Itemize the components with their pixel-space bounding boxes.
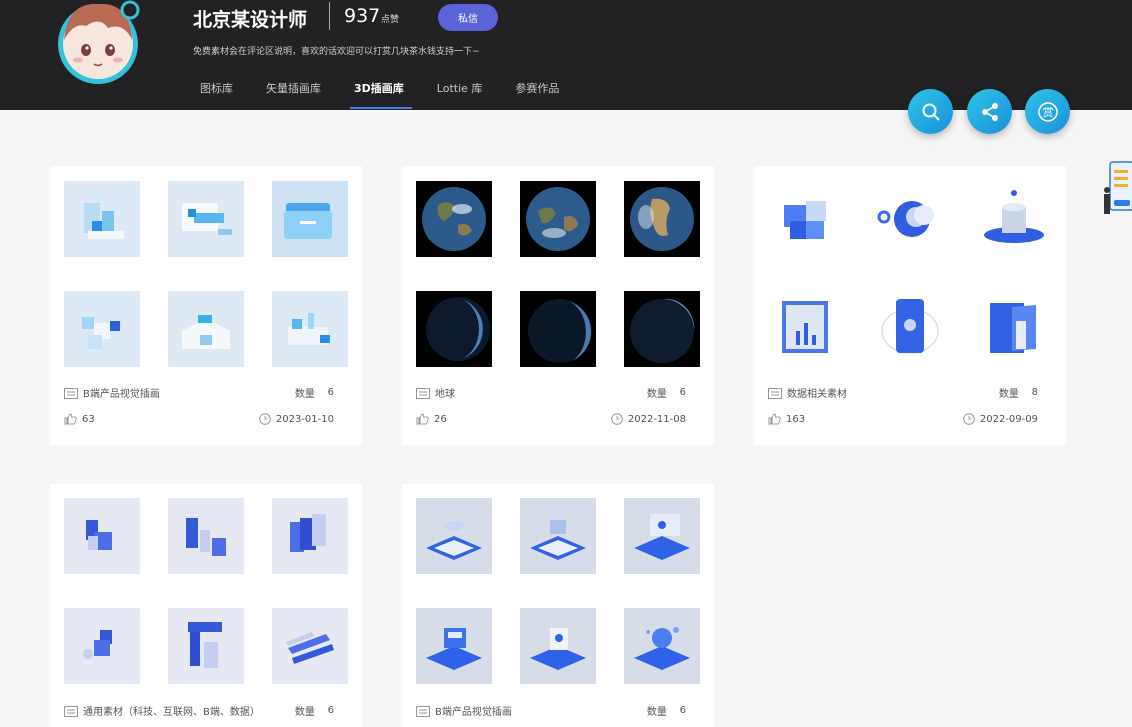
collection-title[interactable]: 通用素材（科技、互联网、B端、数据） bbox=[83, 703, 260, 718]
collection-thumbnail[interactable] bbox=[976, 291, 1052, 367]
created-date: 2023-01-10 bbox=[275, 413, 334, 425]
collection-thumbnail[interactable] bbox=[872, 181, 948, 257]
collection-thumbnail[interactable] bbox=[520, 608, 596, 684]
collection-thumbnail[interactable] bbox=[520, 181, 596, 257]
collection-thumbnail[interactable] bbox=[624, 181, 700, 257]
thumbs-up-icon[interactable] bbox=[768, 413, 781, 425]
share-icon bbox=[981, 102, 998, 121]
collection-card[interactable]: 地球 数量 6 26 2022-11-08 bbox=[402, 166, 714, 445]
collection-thumbnail[interactable] bbox=[768, 181, 844, 257]
side-promo-illustration[interactable] bbox=[1100, 160, 1132, 218]
count-label: 数量 bbox=[294, 389, 315, 400]
tab-lottie[interactable]: Lottie 库 bbox=[437, 80, 483, 110]
search-icon bbox=[922, 103, 940, 121]
category-tabs: 图标库 矢量插画库 3D插画库 Lottie 库 参赛作品 bbox=[200, 80, 592, 110]
thumbs-up-icon[interactable] bbox=[416, 413, 429, 425]
item-count: 8 bbox=[1031, 387, 1038, 398]
thumbs-up-icon[interactable] bbox=[64, 413, 77, 425]
collection-thumbnail[interactable] bbox=[272, 181, 348, 257]
collection-thumbnail[interactable] bbox=[520, 291, 596, 367]
share-button[interactable] bbox=[967, 89, 1012, 134]
collection-thumbnail[interactable] bbox=[168, 608, 244, 684]
designer-name: 北京某设计师 bbox=[193, 9, 308, 31]
collection-title[interactable]: B端产品视觉插画 bbox=[435, 703, 512, 718]
collection-card[interactable]: B端产品视觉插画 数量 6 bbox=[402, 484, 714, 727]
collection-thumbnail[interactable] bbox=[768, 291, 844, 367]
reward-glyph: 赏 bbox=[1042, 106, 1053, 119]
collection-thumbnail[interactable] bbox=[416, 181, 492, 257]
item-count: 6 bbox=[327, 387, 334, 398]
item-count: 6 bbox=[327, 705, 334, 716]
reward-button[interactable]: 赏 bbox=[1025, 89, 1070, 134]
count-label: 数量 bbox=[294, 707, 315, 718]
item-count: 6 bbox=[679, 705, 686, 716]
collection-thumbnail[interactable] bbox=[976, 181, 1052, 257]
created-date: 2022-09-09 bbox=[979, 413, 1038, 425]
reward-icon: 赏 bbox=[1037, 101, 1058, 122]
collection-thumbnail[interactable] bbox=[168, 498, 244, 574]
clock-icon bbox=[611, 413, 623, 425]
likes-label: 点赞 bbox=[381, 15, 400, 25]
collection-thumbnail[interactable] bbox=[272, 498, 348, 574]
collection-thumbnail[interactable] bbox=[168, 291, 244, 367]
profile-header: 北京某设计师 937 点赞 私信 免费素材会在评论区说明，喜欢的话欢迎可以打赏几… bbox=[0, 0, 1132, 110]
avatar[interactable] bbox=[56, 0, 140, 88]
collection-thumbnail[interactable] bbox=[272, 291, 348, 367]
collection-title[interactable]: 地球 bbox=[435, 385, 455, 400]
item-count: 6 bbox=[679, 387, 686, 398]
folder-icon bbox=[64, 387, 78, 399]
like-count: 63 bbox=[82, 413, 95, 425]
collection-thumbnail[interactable] bbox=[624, 291, 700, 367]
collection-thumbnail[interactable] bbox=[64, 181, 140, 257]
tab-icons[interactable]: 图标库 bbox=[200, 80, 233, 110]
collection-thumbnail[interactable] bbox=[64, 291, 140, 367]
tab-3d-illustrations[interactable]: 3D插画库 bbox=[350, 80, 412, 110]
like-count: 26 bbox=[434, 413, 447, 425]
collection-thumbnail[interactable] bbox=[416, 608, 492, 684]
collection-thumbnail[interactable] bbox=[272, 608, 348, 684]
folder-icon bbox=[416, 387, 430, 399]
collection-thumbnail[interactable] bbox=[416, 291, 492, 367]
created-date: 2022-11-08 bbox=[627, 413, 686, 425]
tab-contest-works[interactable]: 参赛作品 bbox=[515, 80, 559, 110]
collection-thumbnail[interactable] bbox=[624, 498, 700, 574]
collection-title[interactable]: B端产品视觉插画 bbox=[83, 385, 160, 400]
collection-title[interactable]: 数据相关素材 bbox=[787, 385, 847, 400]
header-divider bbox=[329, 2, 330, 30]
message-button[interactable]: 私信 bbox=[438, 4, 498, 31]
collection-thumbnail[interactable] bbox=[624, 608, 700, 684]
collection-thumbnail[interactable] bbox=[64, 498, 140, 574]
likes-count: 937 bbox=[344, 5, 381, 27]
clock-icon bbox=[963, 413, 975, 425]
collection-card[interactable]: 通用素材（科技、互联网、B端、数据） 数量 6 bbox=[50, 484, 362, 727]
count-label: 数量 bbox=[998, 389, 1019, 400]
clock-icon bbox=[259, 413, 271, 425]
collection-thumbnail[interactable] bbox=[520, 498, 596, 574]
folder-icon bbox=[64, 705, 78, 717]
collection-thumbnail[interactable] bbox=[416, 498, 492, 574]
profile-bio: 免费素材会在评论区说明，喜欢的话欢迎可以打赏几块茶水钱支持一下~ bbox=[193, 47, 480, 57]
count-label: 数量 bbox=[646, 389, 667, 400]
search-button[interactable] bbox=[908, 89, 953, 134]
collection-thumbnail[interactable] bbox=[168, 181, 244, 257]
collection-thumbnail[interactable] bbox=[64, 608, 140, 684]
collection-thumbnail[interactable] bbox=[872, 291, 948, 367]
collection-card[interactable]: B端产品视觉插画 数量 6 63 2023-01-10 bbox=[50, 166, 362, 445]
tab-vector-illustrations[interactable]: 矢量插画库 bbox=[266, 80, 321, 110]
count-label: 数量 bbox=[646, 707, 667, 718]
folder-icon bbox=[416, 705, 430, 717]
collection-card[interactable]: 数据相关素材 数量 8 163 2022-09-09 bbox=[754, 166, 1066, 445]
like-count: 163 bbox=[786, 413, 806, 425]
folder-icon bbox=[768, 387, 782, 399]
